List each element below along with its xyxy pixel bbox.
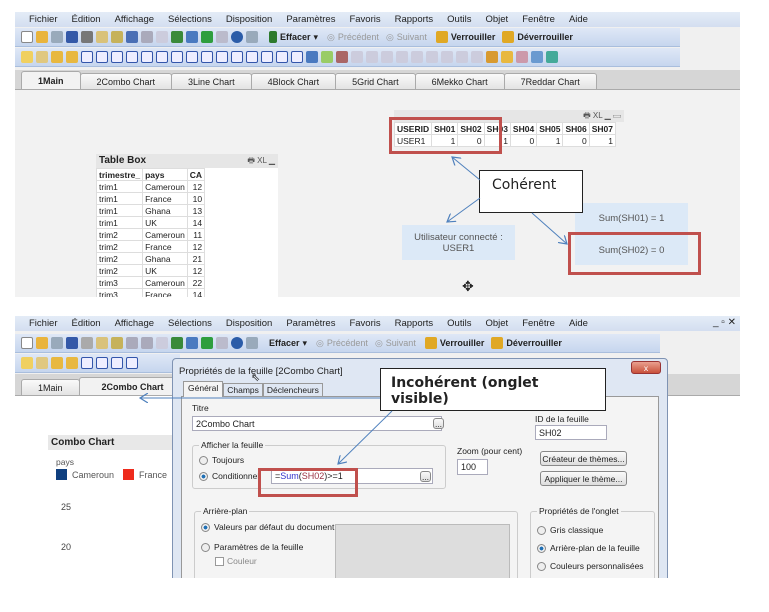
arrow-to-sum-sh02 [531,212,567,244]
arrow-to-user-label [447,197,481,222]
arrow-to-condition [338,410,393,464]
dialog-tab-general[interactable]: Général [183,381,224,397]
arrow-to-access-table [452,157,481,181]
annotation-arrows [0,0,769,612]
